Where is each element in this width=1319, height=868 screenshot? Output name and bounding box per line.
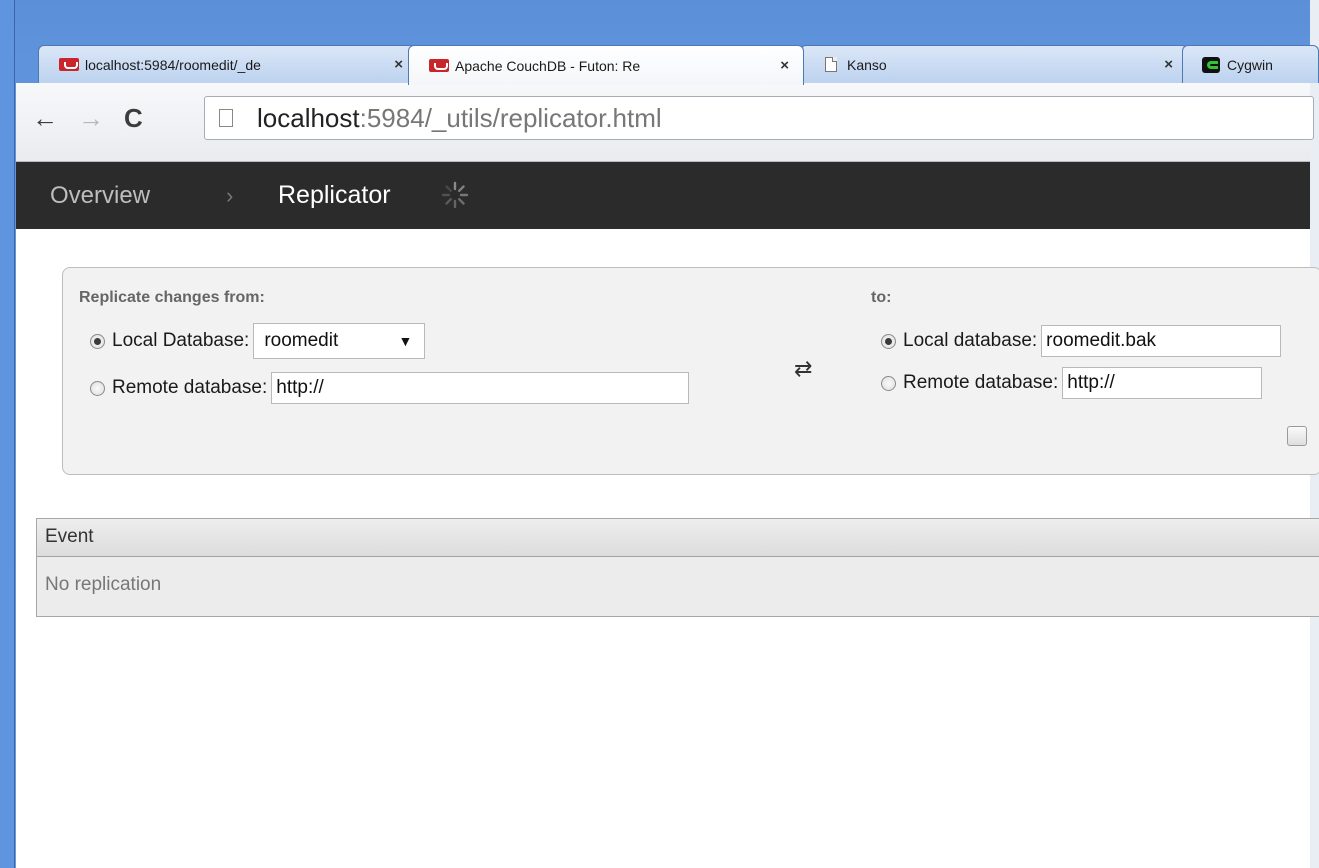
continuous-checkbox[interactable]: [1287, 426, 1307, 446]
couchdb-favicon-icon: [429, 59, 449, 73]
tab-title: Apache CouchDB - Futon: Re: [455, 57, 641, 74]
page-title: Replicator: [278, 181, 391, 209]
back-arrow-icon[interactable]: ←: [32, 103, 58, 133]
browser-toolbar: ← → C localhost:5984/_utils/replicator.h…: [16, 83, 1314, 162]
close-tab-icon[interactable]: ×: [394, 56, 403, 73]
cygwin-icon: [1201, 56, 1221, 73]
target-remote-radio[interactable]: [881, 375, 896, 391]
tab-cygwin[interactable]: Cygwin: [1182, 45, 1319, 83]
target-local-radio[interactable]: [881, 333, 896, 349]
source-remote-label: Remote database:: [112, 377, 268, 398]
event-status-text: No replication: [45, 574, 162, 595]
target-local-input[interactable]: roomedit.bak: [1041, 325, 1282, 357]
futon-header: Overview › Replicator: [16, 162, 1310, 229]
source-remote-input[interactable]: http://: [271, 372, 690, 404]
source-legend: Replicate changes from:: [79, 289, 265, 306]
replication-form: Replicate changes from: to: Local Databa…: [62, 267, 1319, 475]
url-text: localhost:5984/_utils/replicator.html: [257, 97, 662, 139]
tab-futon-replicator[interactable]: Apache CouchDB - Futon: Re ×: [408, 45, 804, 85]
target-remote-label: Remote database:: [903, 372, 1059, 393]
source-database-select[interactable]: roomedit ▼: [253, 323, 426, 359]
loading-spinner-icon: [441, 181, 469, 209]
url-path: :5984/_utils/replicator.html: [359, 103, 662, 133]
address-bar[interactable]: localhost:5984/_utils/replicator.html: [204, 96, 1314, 140]
window-border-left: [0, 0, 15, 868]
target-local-label: Local database:: [903, 330, 1038, 351]
tab-kanso[interactable]: Kanso ×: [800, 45, 1188, 83]
source-local-row: Local Database: roomedit ▼: [90, 323, 426, 359]
page-icon: [219, 109, 233, 127]
close-tab-icon[interactable]: ×: [1164, 56, 1173, 73]
event-table: Event No replication: [36, 518, 1319, 617]
target-local-row: Local database: roomedit.bak: [881, 325, 1282, 357]
event-table-header: Event: [37, 519, 1319, 557]
tab-title: Cygwin: [1227, 56, 1273, 73]
source-database-value: roomedit: [264, 330, 339, 351]
target-legend: to:: [871, 289, 892, 306]
reload-icon[interactable]: C: [124, 103, 143, 133]
close-tab-icon[interactable]: ×: [780, 57, 789, 74]
breadcrumb-separator-icon: ›: [226, 183, 234, 208]
couchdb-favicon-icon: [59, 58, 79, 72]
target-remote-row: Remote database: http://: [881, 367, 1263, 399]
page-content: Replicate changes from: to: Local Databa…: [16, 229, 1319, 868]
source-remote-radio[interactable]: [90, 380, 105, 396]
source-remote-row: Remote database: http://: [90, 372, 690, 404]
tab-roomedit[interactable]: localhost:5984/roomedit/_de ×: [38, 45, 418, 83]
breadcrumb-overview[interactable]: Overview: [50, 182, 150, 210]
target-remote-input[interactable]: http://: [1062, 367, 1263, 399]
tab-title: Kanso: [847, 56, 887, 73]
document-icon: [821, 57, 841, 72]
forward-arrow-icon[interactable]: →: [78, 103, 104, 133]
event-column-header: Event: [45, 526, 94, 547]
source-local-label: Local Database:: [112, 330, 250, 351]
dropdown-arrow-icon: ▼: [398, 333, 413, 349]
swap-direction-icon[interactable]: ⇄: [794, 356, 812, 382]
url-host: localhost: [257, 103, 360, 133]
tab-title: localhost:5984/roomedit/_de: [85, 56, 261, 73]
source-local-radio[interactable]: [90, 333, 105, 349]
